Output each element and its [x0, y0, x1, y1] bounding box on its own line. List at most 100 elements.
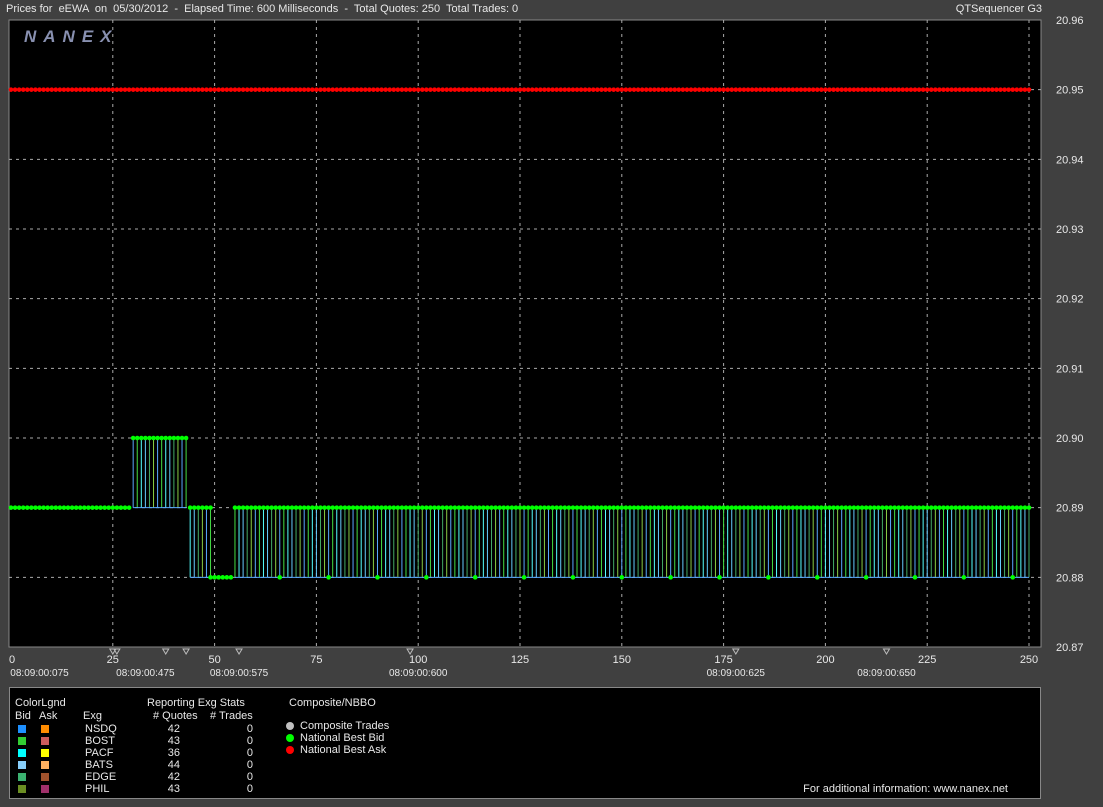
- y-tick-label: 20.91: [1056, 363, 1084, 375]
- x-tick-label: 225: [918, 654, 936, 666]
- best-bid-point: [847, 505, 853, 510]
- best-ask-point: [517, 87, 523, 92]
- best-ask-point: [8, 87, 14, 92]
- best-bid-point: [623, 505, 629, 510]
- best-bid-point: [460, 505, 466, 510]
- time-label: 08:09:00:625: [707, 668, 766, 679]
- best-bid-point: [705, 505, 710, 510]
- exg-header: Exg: [83, 710, 102, 722]
- best-ask-point: [330, 87, 335, 92]
- best-ask-point: [122, 87, 128, 92]
- best-bid-point: [831, 505, 836, 510]
- best-bid-point: [179, 435, 185, 441]
- best-ask-point: [802, 87, 808, 92]
- best-bid-point: [961, 505, 967, 510]
- best-ask-point: [1018, 87, 1024, 92]
- best-bid-point: [998, 505, 1003, 510]
- exchange-name: PACF: [85, 747, 114, 759]
- best-ask-point: [648, 87, 653, 92]
- best-bid-point: [558, 505, 564, 510]
- best-bid-point: [517, 505, 523, 510]
- best-bid-point: [90, 505, 95, 510]
- best-ask-point: [896, 87, 901, 92]
- best-bid-point: [20, 505, 26, 510]
- best-ask-point: [627, 87, 633, 92]
- best-bid-point: [509, 505, 515, 510]
- best-bid-point: [835, 505, 840, 510]
- best-bid-point: [863, 505, 869, 510]
- best-ask-point: [717, 87, 722, 92]
- best-bid-point: [200, 505, 205, 510]
- best-bid-point: [411, 505, 417, 510]
- best-bid-point: [888, 505, 893, 510]
- best-ask-point: [305, 87, 311, 92]
- best-bid-low-point: [766, 575, 771, 580]
- best-ask-point: [362, 87, 368, 92]
- best-ask-point: [672, 87, 678, 92]
- best-bid-point: [362, 505, 368, 510]
- best-ask-point: [61, 87, 67, 92]
- footer-link[interactable]: For additional information: www.nanex.ne…: [803, 783, 1008, 795]
- best-bid-point: [554, 505, 559, 510]
- best-bid-point: [741, 505, 747, 510]
- best-bid-point: [175, 435, 181, 441]
- best-ask-point: [65, 87, 71, 92]
- best-ask-point: [130, 87, 136, 92]
- best-bid-point: [806, 505, 812, 510]
- best-ask-point: [285, 87, 291, 92]
- quote-count: 42: [167, 771, 180, 783]
- best-bid-point: [118, 505, 124, 510]
- best-ask-point: [949, 87, 954, 92]
- best-ask-point: [505, 87, 511, 92]
- best-bid-point: [419, 505, 425, 510]
- best-bid-point: [607, 505, 612, 510]
- best-ask-point: [289, 87, 295, 92]
- best-ask-point: [399, 87, 405, 92]
- best-ask-point: [171, 87, 177, 92]
- best-bid-point: [664, 505, 669, 510]
- best-ask-point: [823, 87, 828, 92]
- best-ask-point: [595, 87, 600, 92]
- best-bid-point: [680, 505, 686, 510]
- bid-swatch: [18, 749, 26, 757]
- best-bid-point: [220, 575, 226, 580]
- best-bid-point: [208, 505, 213, 510]
- x-tick-label: 25: [107, 654, 119, 666]
- best-ask-point: [379, 87, 384, 92]
- best-ask-point: [220, 87, 226, 92]
- best-bid-point: [851, 505, 857, 510]
- best-ask-point: [472, 87, 478, 92]
- best-ask-point: [908, 87, 914, 92]
- best-ask-point: [375, 87, 380, 92]
- best-ask-point: [696, 87, 702, 92]
- best-bid-point: [375, 505, 380, 510]
- best-ask-point: [643, 87, 649, 92]
- trade-count: 0: [246, 771, 253, 783]
- best-bid-point: [733, 505, 739, 510]
- best-bid-point: [314, 505, 319, 510]
- best-bid-point: [354, 505, 360, 510]
- best-bid-point: [134, 435, 140, 441]
- best-ask-point: [713, 87, 718, 92]
- best-ask-point: [843, 87, 849, 92]
- best-bid-point: [774, 505, 779, 510]
- best-bid-point: [151, 435, 156, 441]
- best-ask-point: [521, 87, 527, 92]
- best-bid-point: [86, 505, 91, 510]
- best-ask-point: [151, 87, 156, 92]
- best-ask-point: [692, 87, 698, 92]
- best-ask-point: [1022, 87, 1028, 92]
- best-ask-point: [248, 87, 254, 92]
- best-ask-point: [973, 87, 979, 92]
- best-bid-point: [896, 505, 901, 510]
- best-ask-point: [806, 87, 812, 92]
- best-bid-point: [782, 505, 787, 510]
- best-bid-point: [383, 505, 388, 510]
- ask-swatch: [41, 725, 49, 733]
- best-ask-point: [790, 87, 796, 92]
- best-bid-low-point: [375, 575, 380, 580]
- bid-swatch: [18, 761, 26, 769]
- best-bid-point: [692, 505, 698, 510]
- best-bid-point: [16, 505, 22, 510]
- time-label: 08:09:00:075: [10, 668, 69, 679]
